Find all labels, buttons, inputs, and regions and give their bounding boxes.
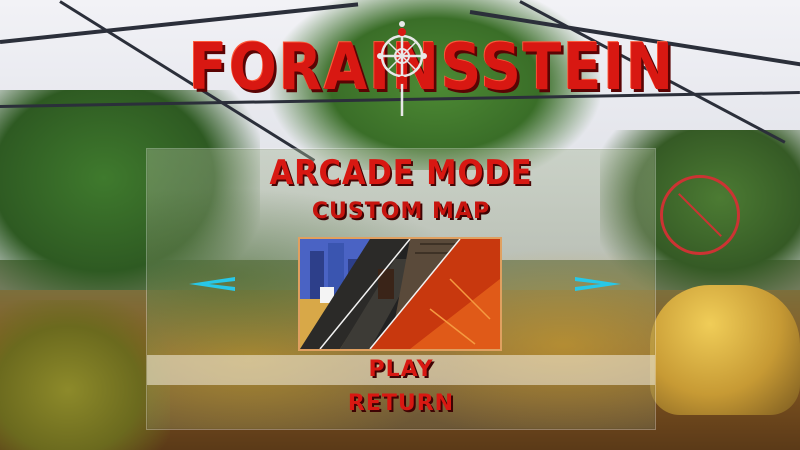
play-button[interactable]: PLAY <box>147 355 655 385</box>
bumper-car <box>650 285 800 415</box>
cross-wheel-emblem-icon <box>377 21 427 116</box>
arrow-right-icon[interactable] <box>575 277 621 291</box>
menu-title: ARCADE MODE <box>269 153 533 193</box>
map-preview-thumbnail <box>298 237 502 351</box>
ferris-wheel <box>660 175 740 255</box>
return-button[interactable]: RETURN <box>147 389 655 419</box>
arrow-left-icon[interactable] <box>189 277 235 291</box>
map-name-label: CUSTOM MAP <box>311 199 491 224</box>
game-logo: FORAINSSTEIN <box>160 14 673 124</box>
grass <box>0 300 170 450</box>
arcade-menu-panel: ARCADE MODE CUSTOM MAP PLAY RETURN <box>146 148 656 430</box>
